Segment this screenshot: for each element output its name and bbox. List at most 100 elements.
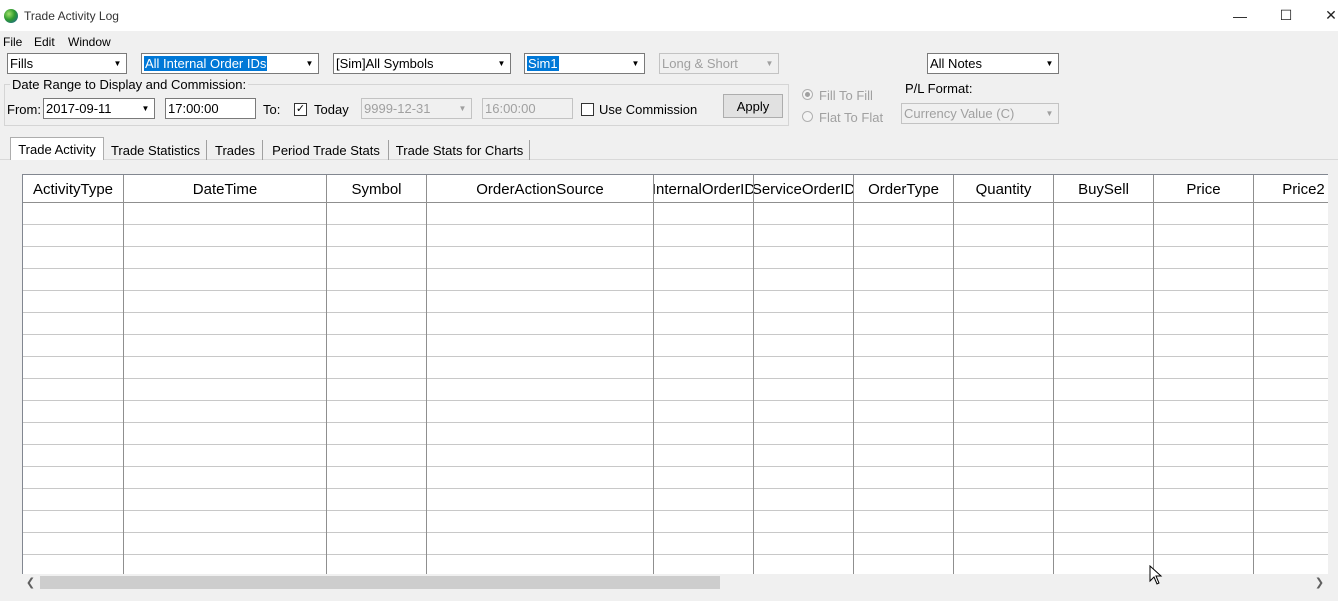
table-cell[interactable]	[1254, 379, 1328, 401]
table-cell[interactable]	[954, 357, 1054, 379]
table-cell[interactable]	[654, 401, 754, 423]
table-cell[interactable]	[1154, 357, 1254, 379]
table-cell[interactable]	[854, 423, 954, 445]
column-header[interactable]: ActivityType	[23, 175, 124, 203]
table-cell[interactable]	[327, 533, 427, 555]
table-cell[interactable]	[1054, 357, 1154, 379]
table-cell[interactable]	[327, 203, 427, 225]
table-row[interactable]	[23, 533, 1328, 555]
table-cell[interactable]	[854, 291, 954, 313]
table-cell[interactable]	[1154, 269, 1254, 291]
table-cell[interactable]	[427, 335, 654, 357]
table-row[interactable]	[23, 335, 1328, 357]
table-cell[interactable]	[854, 511, 954, 533]
table-cell[interactable]	[1254, 225, 1328, 247]
table-cell[interactable]	[427, 269, 654, 291]
table-cell[interactable]	[124, 225, 327, 247]
column-header[interactable]: InternalOrderID	[654, 175, 754, 203]
table-cell[interactable]	[654, 225, 754, 247]
table-row[interactable]	[23, 511, 1328, 533]
table-cell[interactable]	[1254, 533, 1328, 555]
table-cell[interactable]	[427, 247, 654, 269]
tab-period-trade-stats[interactable]: Period Trade Stats	[264, 140, 389, 160]
table-cell[interactable]	[1254, 203, 1328, 225]
table-cell[interactable]	[427, 555, 654, 574]
to-date-picker[interactable]: 9999-12-31 ▼	[361, 98, 472, 119]
table-cell[interactable]	[754, 533, 854, 555]
table-cell[interactable]	[654, 467, 754, 489]
table-cell[interactable]	[124, 555, 327, 574]
table-cell[interactable]	[1154, 467, 1254, 489]
table-cell[interactable]	[124, 269, 327, 291]
fills-dropdown[interactable]: Fills ▼	[7, 53, 127, 74]
account-dropdown[interactable]: Sim1 ▼	[524, 53, 645, 74]
table-cell[interactable]	[427, 467, 654, 489]
table-cell[interactable]	[754, 247, 854, 269]
table-cell[interactable]	[23, 511, 124, 533]
table-cell[interactable]	[23, 489, 124, 511]
column-header[interactable]: OrderActionSource	[427, 175, 654, 203]
horizontal-scrollbar[interactable]: ❮ ❯	[22, 574, 1328, 591]
table-cell[interactable]	[1154, 247, 1254, 269]
table-cell[interactable]	[1054, 445, 1154, 467]
maximize-button[interactable]: ☐	[1263, 0, 1309, 31]
table-row[interactable]	[23, 401, 1328, 423]
table-cell[interactable]	[754, 445, 854, 467]
scrollbar-thumb[interactable]	[40, 576, 720, 589]
table-cell[interactable]	[124, 313, 327, 335]
arrow-left-icon[interactable]: ❮	[22, 574, 39, 591]
table-cell[interactable]	[1154, 423, 1254, 445]
table-cell[interactable]	[1154, 555, 1254, 574]
table-cell[interactable]	[327, 423, 427, 445]
table-cell[interactable]	[427, 533, 654, 555]
table-cell[interactable]	[327, 555, 427, 574]
table-cell[interactable]	[1054, 533, 1154, 555]
table-cell[interactable]	[1154, 533, 1254, 555]
table-cell[interactable]	[654, 379, 754, 401]
table-cell[interactable]	[124, 489, 327, 511]
table-cell[interactable]	[23, 423, 124, 445]
table-cell[interactable]	[954, 313, 1054, 335]
table-cell[interactable]	[1254, 291, 1328, 313]
table-cell[interactable]	[954, 225, 1054, 247]
from-date-picker[interactable]: 2017-09-11 ▼	[43, 98, 155, 119]
table-cell[interactable]	[124, 203, 327, 225]
table-cell[interactable]	[23, 533, 124, 555]
table-cell[interactable]	[124, 291, 327, 313]
table-cell[interactable]	[327, 269, 427, 291]
column-header[interactable]: DateTime	[124, 175, 327, 203]
table-cell[interactable]	[654, 445, 754, 467]
tab-trades[interactable]: Trades	[208, 140, 263, 160]
table-cell[interactable]	[754, 291, 854, 313]
table-cell[interactable]	[124, 445, 327, 467]
pl-format-dropdown[interactable]: Currency Value (C) ▼	[901, 103, 1059, 124]
table-cell[interactable]	[327, 335, 427, 357]
table-cell[interactable]	[854, 313, 954, 335]
table-row[interactable]	[23, 489, 1328, 511]
table-cell[interactable]	[427, 489, 654, 511]
table-cell[interactable]	[1154, 379, 1254, 401]
table-cell[interactable]	[1254, 467, 1328, 489]
close-button[interactable]: ✕	[1308, 0, 1338, 31]
table-cell[interactable]	[124, 511, 327, 533]
table-row[interactable]	[23, 269, 1328, 291]
direction-dropdown[interactable]: Long & Short ▼	[659, 53, 779, 74]
table-cell[interactable]	[954, 423, 1054, 445]
table-cell[interactable]	[654, 203, 754, 225]
table-row[interactable]	[23, 291, 1328, 313]
table-cell[interactable]	[327, 401, 427, 423]
table-cell[interactable]	[954, 269, 1054, 291]
table-cell[interactable]	[654, 533, 754, 555]
table-cell[interactable]	[654, 247, 754, 269]
table-cell[interactable]	[23, 401, 124, 423]
trade-activity-table[interactable]: ActivityType DateTime Symbol OrderActionSou…	[22, 174, 1328, 574]
table-cell[interactable]	[954, 203, 1054, 225]
table-cell[interactable]	[854, 247, 954, 269]
table-row[interactable]	[23, 445, 1328, 467]
table-cell[interactable]	[854, 489, 954, 511]
table-cell[interactable]	[954, 291, 1054, 313]
table-cell[interactable]	[427, 357, 654, 379]
table-cell[interactable]	[327, 313, 427, 335]
table-cell[interactable]	[1054, 269, 1154, 291]
table-cell[interactable]	[854, 379, 954, 401]
